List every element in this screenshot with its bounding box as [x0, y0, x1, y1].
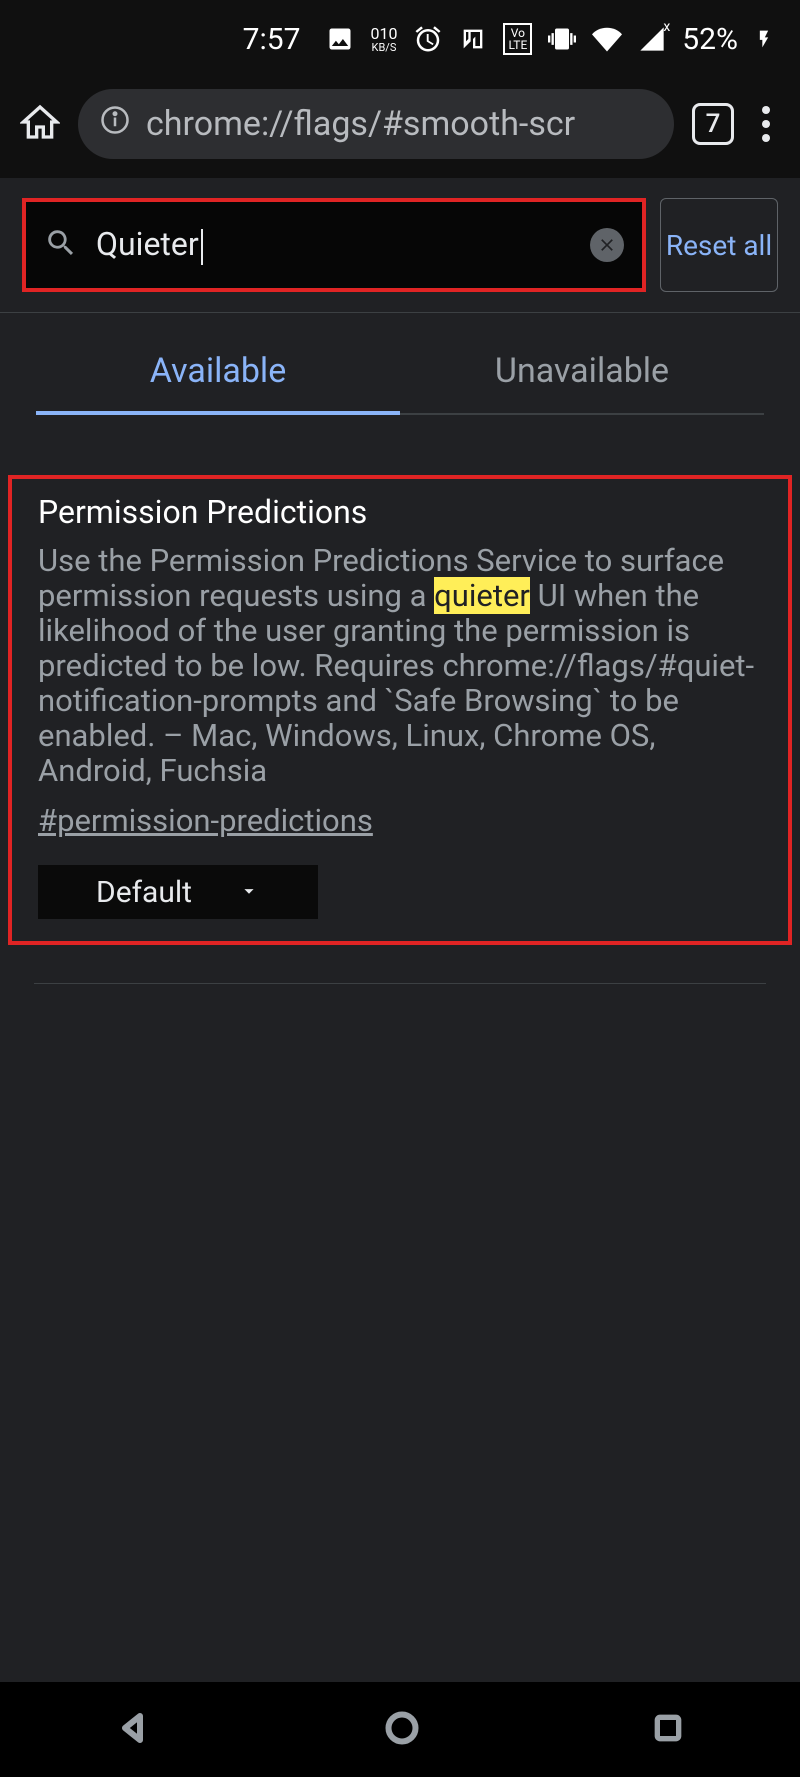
flag-title: Permission Predictions [38, 493, 762, 531]
flag-state-select[interactable]: Default [38, 865, 318, 919]
wifi-icon [592, 24, 622, 54]
recents-button[interactable] [652, 1712, 684, 1748]
overflow-menu-button[interactable] [752, 106, 780, 142]
chevron-down-icon [238, 875, 260, 910]
volte-icon: Vo LTE [503, 23, 532, 55]
chrome-toolbar: chrome://flags/#smooth-scr 7 [0, 78, 800, 178]
url-text: chrome://flags/#smooth-scr [146, 104, 575, 144]
search-icon [44, 226, 78, 264]
alarm-icon [413, 24, 443, 54]
search-input[interactable]: Quieter [96, 225, 572, 265]
nfc-icon [459, 25, 487, 53]
vibrate-icon [548, 25, 576, 53]
image-icon [326, 25, 354, 53]
network-speed-text: 010 KB/S [370, 26, 397, 53]
android-nav-bar [0, 1682, 800, 1777]
clear-search-button[interactable] [590, 228, 624, 262]
charging-icon [754, 24, 774, 54]
tab-unavailable[interactable]: Unavailable [400, 339, 764, 415]
divider [34, 983, 766, 984]
flag-description: Use the Permission Predictions Service t… [38, 543, 762, 788]
omnibox[interactable]: chrome://flags/#smooth-scr [78, 89, 674, 159]
clock-text: 7:57 [243, 22, 301, 57]
tab-available[interactable]: Available [36, 339, 400, 415]
flag-result-card: Permission Predictions Use the Permissio… [8, 475, 792, 945]
home-button-nav[interactable] [384, 1710, 420, 1750]
flags-search-box[interactable]: Quieter [22, 198, 646, 292]
search-highlight: quieter [434, 577, 530, 614]
tab-switcher-button[interactable]: 7 [692, 103, 734, 145]
home-button[interactable] [20, 102, 60, 146]
reset-all-button[interactable]: Reset all [660, 198, 778, 292]
battery-text: 52% [682, 22, 738, 57]
flags-page: Quieter Reset all Available Unavailable … [0, 178, 800, 984]
signal-icon: x [638, 25, 666, 53]
info-icon [100, 104, 130, 144]
flags-tabs: Available Unavailable [36, 339, 764, 415]
flag-anchor-link[interactable]: #permission-predictions [38, 802, 373, 839]
android-status-bar: 7:57 010 KB/S Vo LTE x 52% [0, 0, 800, 78]
back-button[interactable] [116, 1710, 152, 1750]
